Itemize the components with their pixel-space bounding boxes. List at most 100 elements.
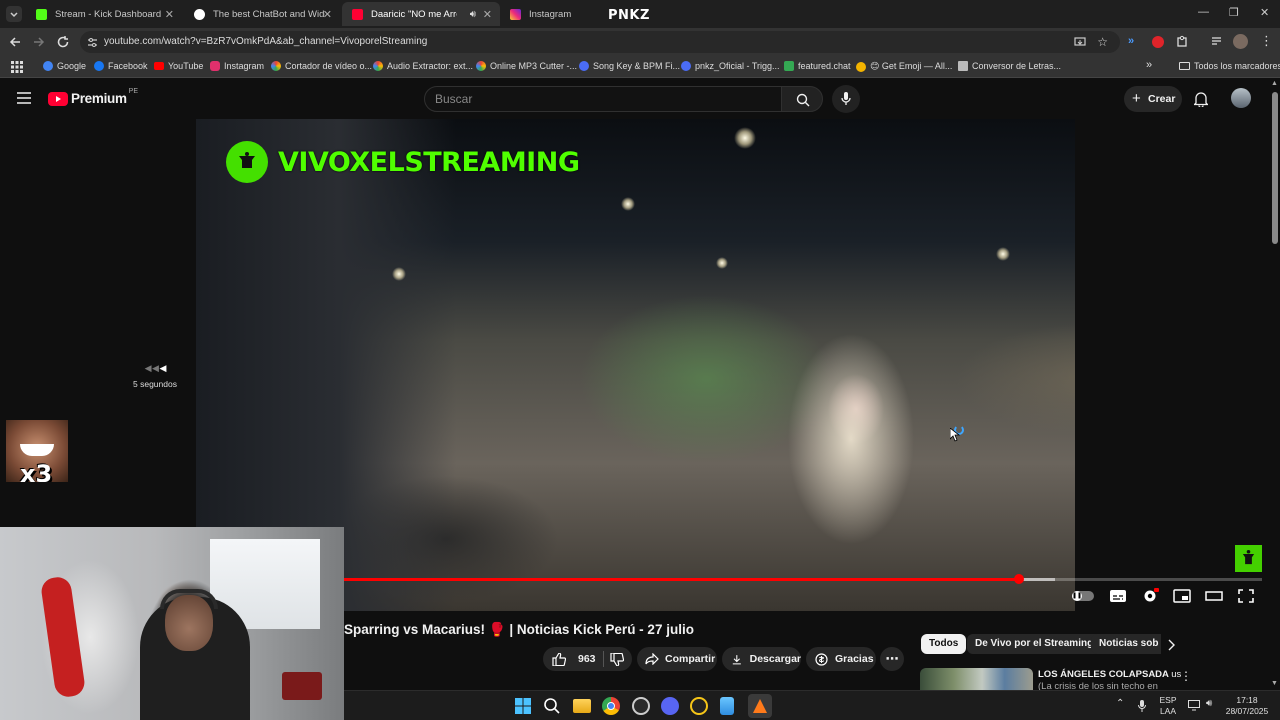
bookmark-featured-chat[interactable]: featured.chat (784, 61, 851, 71)
bookmark-instagram[interactable]: Instagram (210, 61, 264, 71)
site-info-icon[interactable] (87, 37, 98, 48)
bookmark-conversor[interactable]: Conversor de Letras... (958, 61, 1061, 71)
fl-studio-icon[interactable] (748, 694, 772, 718)
restore-icon[interactable]: ❐ (1229, 6, 1239, 19)
download-button[interactable]: Descargar (722, 647, 801, 671)
pause-icon: ❚❚ (1072, 591, 1083, 601)
account-avatar[interactable] (1231, 88, 1251, 108)
speaker-icon[interactable]: 🔊︎ (470, 9, 476, 20)
extension-red-icon[interactable] (1152, 36, 1164, 48)
page-scrollbar-thumb[interactable] (1272, 92, 1278, 244)
tab-kick-dashboard[interactable]: Stream - Kick Dashboard ✕ (26, 2, 182, 26)
tray-overflow-chevron-icon[interactable]: ⌃ (1116, 698, 1124, 709)
chip-all[interactable]: Todos (921, 634, 967, 654)
bookmark-get-emoji[interactable]: 😊 Get Emoji — All... (856, 61, 952, 72)
more-bookmarks-icon[interactable]: » (1146, 59, 1152, 71)
address-bar[interactable]: youtube.com/watch?v=BzR7vOmkPdA&ab_chann… (80, 31, 1120, 53)
system-clock[interactable]: 17:18 28/07/2025 (1222, 695, 1272, 717)
apps-grid-icon[interactable] (11, 61, 23, 73)
chevron-right-icon[interactable] (1166, 639, 1176, 651)
notepad-icon[interactable] (720, 697, 734, 715)
miniplayer-icon[interactable] (1173, 588, 1191, 604)
microphone-tray-icon[interactable] (1138, 700, 1146, 712)
bookmark-mp3-cutter[interactable]: Online MP3 Cutter -... (476, 61, 577, 71)
windows-start-icon[interactable] (514, 697, 532, 715)
video-progress-bar[interactable] (344, 574, 1262, 584)
kick-icon (36, 8, 47, 20)
notifications-bell-icon[interactable] (1194, 91, 1208, 107)
youtube-icon (352, 8, 363, 20)
bookmark-facebook[interactable]: Facebook (94, 61, 148, 71)
discord-icon[interactable] (661, 697, 679, 715)
multicolor-icon (373, 61, 383, 71)
all-bookmarks-folder[interactable]: Todos los marcadores (1179, 61, 1280, 71)
kick-logo-icon (1242, 549, 1255, 565)
profile-avatar[interactable] (1233, 34, 1248, 49)
scroll-down-arrow-icon[interactable]: ▼ (1271, 680, 1278, 687)
bookmark-audio-extractor[interactable]: Audio Extractor: ext... (373, 61, 473, 71)
bookmark-google[interactable]: Google (43, 61, 86, 71)
forward-arrow-icon[interactable] (32, 35, 46, 49)
chip-news[interactable]: Noticias sob (1091, 634, 1161, 654)
subtitles-icon[interactable] (1109, 588, 1127, 604)
share-arrow-icon (645, 653, 659, 665)
puzzle-icon[interactable] (1176, 35, 1189, 48)
street-lamp (734, 127, 756, 149)
tab-search-button[interactable] (6, 6, 22, 22)
scroll-up-arrow-icon[interactable]: ▲ (1271, 80, 1278, 87)
youtube-premium-logo[interactable]: Premium PE (48, 88, 138, 106)
like-button[interactable]: 963 (543, 652, 603, 666)
search-input[interactable]: Buscar (424, 86, 782, 112)
voice-search-button[interactable] (832, 85, 860, 113)
tab-chatbot[interactable]: The best ChatBot and Widgets ✕ (184, 2, 340, 26)
recommendation-thumbnail[interactable] (920, 668, 1033, 690)
grid-icon (958, 61, 968, 71)
desk-equipment (282, 672, 322, 700)
browser-menu-icon[interactable]: ⋮ (1260, 33, 1273, 49)
taskbar-search-icon[interactable] (543, 697, 561, 715)
create-button[interactable]: + Crear (1124, 86, 1182, 112)
autoplay-toggle[interactable]: ❚❚ (1072, 591, 1094, 601)
fullscreen-icon[interactable] (1237, 588, 1255, 604)
close-icon[interactable]: ✕ (323, 8, 332, 21)
chip-channel[interactable]: De Vivo por el Streaming (967, 634, 1102, 654)
chrome-icon[interactable] (602, 697, 620, 715)
input-language-indicator[interactable]: ESP LAA (1159, 695, 1177, 717)
close-icon[interactable]: ✕ (165, 8, 174, 21)
hamburger-menu-icon[interactable] (17, 92, 31, 104)
file-explorer-icon[interactable] (573, 699, 591, 713)
super-thanks-icon (815, 652, 828, 666)
share-button[interactable]: Compartir (637, 647, 717, 671)
more-actions-button[interactable]: ⋯ (880, 647, 904, 671)
bookmark-pnkz-trigger[interactable]: pnkz_Oficial - Trigg... (681, 61, 780, 71)
theater-mode-icon[interactable] (1205, 588, 1223, 604)
recommendation-menu-icon[interactable]: ⋮ (1180, 669, 1192, 683)
progress-scrubber[interactable] (1013, 574, 1024, 584)
thanks-button[interactable]: Gracias (806, 647, 876, 671)
tab-youtube-video[interactable]: Daaricic "NO me Arrep 🔊︎ ✕ (342, 2, 500, 26)
multicolor-icon (271, 61, 281, 71)
close-icon[interactable]: ✕ (483, 8, 492, 21)
search-button[interactable] (781, 86, 823, 112)
back-arrow-icon[interactable] (8, 35, 22, 49)
video-title: Sparring vs Macarius! 🥊 | Noticias Kick … (344, 622, 694, 637)
reload-icon[interactable] (56, 35, 70, 49)
obs-icon[interactable] (632, 697, 650, 715)
dislike-button[interactable] (610, 652, 624, 666)
tab-label: Instagram (529, 8, 572, 20)
volume-icon[interactable]: 🔊︎ (1206, 698, 1212, 709)
youtube-header: Premium PE Buscar + Crear (0, 79, 1280, 119)
bookmark-star-icon[interactable]: ☆ (1097, 31, 1108, 53)
extension-icon[interactable]: » (1128, 35, 1140, 49)
bookmark-song-key[interactable]: Song Key & BPM Fi... (579, 61, 680, 71)
network-icon[interactable] (1188, 700, 1200, 711)
bookmark-video-cutter[interactable]: Cortador de vídeo o... (271, 61, 372, 71)
ableton-live-icon[interactable] (690, 697, 708, 715)
minimize-icon[interactable]: — (1198, 6, 1209, 18)
bookmark-youtube[interactable]: YouTube (154, 61, 203, 71)
install-app-icon[interactable] (1074, 36, 1086, 48)
reading-list-icon[interactable] (1210, 35, 1223, 48)
close-window-icon[interactable]: ✕ (1260, 6, 1269, 19)
tab-instagram[interactable]: Instagram (500, 2, 600, 26)
settings-gear-icon[interactable] (1141, 588, 1159, 604)
